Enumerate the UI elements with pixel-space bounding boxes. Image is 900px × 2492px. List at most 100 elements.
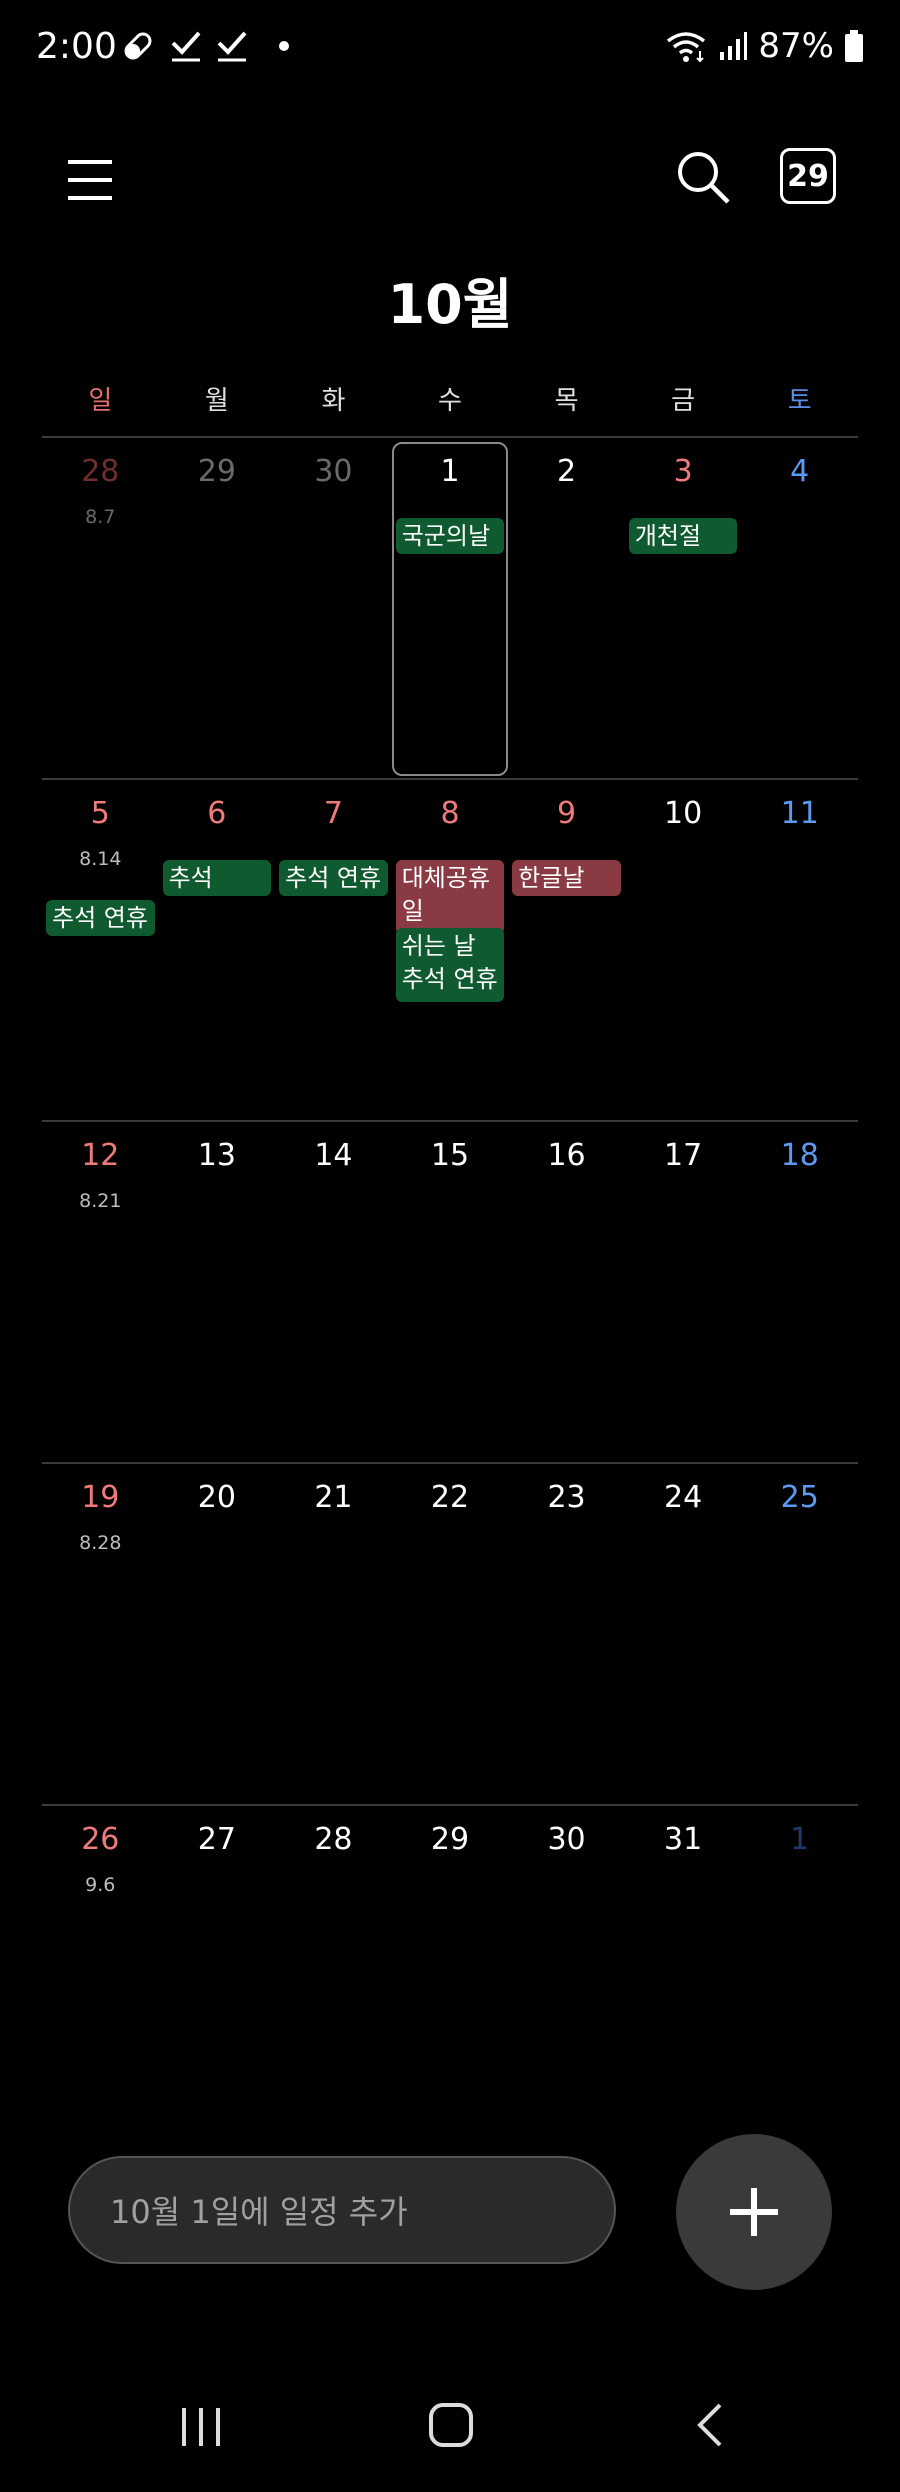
weekday-label: 화 xyxy=(321,386,346,416)
week-row: 12 8.21 13 14 15 16 17 18 xyxy=(42,1120,858,1462)
day-cell[interactable]: 23 xyxy=(508,1464,625,1806)
hamburger-icon xyxy=(68,160,112,200)
event-chip[interactable]: 추석 연휴 xyxy=(46,900,155,936)
day-number: 18 xyxy=(780,1138,819,1173)
day-cell[interactable]: 15 xyxy=(392,1122,509,1464)
day-cell[interactable]: 27 xyxy=(159,1806,276,2148)
event-chip[interactable]: 추석 연휴 xyxy=(279,860,388,896)
day-cell[interactable]: 26 9.6 xyxy=(42,1806,159,2148)
day-number: 9 xyxy=(557,796,577,831)
system-nav-bar xyxy=(0,2376,900,2476)
event-chip[interactable]: 쉬는 날 추석 연휴 xyxy=(395,928,505,1002)
day-cell[interactable]: 28 8.7 xyxy=(42,438,159,780)
day-cell[interactable]: 4 xyxy=(741,438,858,780)
day-number: 15 xyxy=(430,1138,470,1173)
day-number: 14 xyxy=(314,1138,353,1173)
day-cell[interactable]: 14 xyxy=(275,1122,392,1464)
plus-icon xyxy=(730,2188,778,2236)
day-cell[interactable]: 21 xyxy=(275,1464,392,1806)
day-number: 24 xyxy=(664,1480,703,1515)
day-cell[interactable]: 7 xyxy=(275,780,392,1122)
recents-button[interactable] xyxy=(178,2404,224,2450)
day-cell[interactable]: 28 xyxy=(275,1806,392,2148)
day-cell[interactable]: 3 xyxy=(625,438,742,780)
selected-day-highlight xyxy=(391,442,509,776)
menu-button[interactable] xyxy=(62,152,118,208)
day-cell[interactable]: 30 xyxy=(275,438,392,780)
day-number: 16 xyxy=(547,1138,586,1173)
day-cell[interactable]: 1 xyxy=(741,1806,858,2148)
day-number: 7 xyxy=(323,796,343,831)
signal-icon xyxy=(720,32,748,60)
weekday-label: 일 xyxy=(88,386,113,416)
status-time: 2:00 xyxy=(36,26,117,67)
quick-add-event-field[interactable]: 10월 1일에 일정 추가 xyxy=(68,2156,616,2264)
day-cell[interactable]: 2 xyxy=(508,438,625,780)
lunar-date: 8.21 xyxy=(79,1190,122,1212)
lunar-date: 8.28 xyxy=(79,1532,122,1554)
home-icon xyxy=(429,2403,473,2447)
day-number: 23 xyxy=(547,1480,586,1515)
day-cell[interactable]: 31 xyxy=(625,1806,742,2148)
back-button[interactable] xyxy=(688,2402,734,2448)
day-cell[interactable]: 29 xyxy=(159,438,276,780)
day-cell[interactable]: 11 xyxy=(741,780,858,1122)
calendar-screen: 2:00 87% 29 10월 일 월 화 수 목 금 토 28 8.7 29 … xyxy=(0,0,900,2492)
day-cell[interactable]: 6 xyxy=(159,780,276,1122)
day-cell[interactable]: 16 xyxy=(508,1122,625,1464)
day-number: 5 xyxy=(90,796,110,831)
day-number: 4 xyxy=(790,454,810,489)
day-cell[interactable]: 24 xyxy=(625,1464,742,1806)
day-cell[interactable]: 29 xyxy=(392,1806,509,2148)
week-row: 26 9.6 27 28 29 30 31 1 xyxy=(42,1804,858,2146)
quick-add-placeholder: 10월 1일에 일정 추가 xyxy=(110,2193,408,2231)
day-number: 27 xyxy=(197,1822,236,1857)
recents-icon xyxy=(182,2408,220,2446)
lunar-date: 9.6 xyxy=(85,1874,116,1896)
day-number: 1 xyxy=(790,1822,810,1857)
day-cell[interactable]: 17 xyxy=(625,1122,742,1464)
day-number: 6 xyxy=(207,796,227,831)
day-number: 31 xyxy=(664,1822,703,1857)
day-cell[interactable]: 20 xyxy=(159,1464,276,1806)
lunar-date: 8.14 xyxy=(79,848,122,870)
event-chip[interactable]: 개천절 xyxy=(628,518,738,554)
app-bar: 29 xyxy=(0,130,900,230)
day-cell[interactable]: 5 8.14 xyxy=(42,780,159,1122)
day-cell[interactable]: 19 8.28 xyxy=(42,1464,159,1806)
weekday-header: 일월화수목금토 xyxy=(42,380,858,436)
day-number: 13 xyxy=(197,1138,236,1173)
back-icon xyxy=(697,2403,722,2447)
pill-icon xyxy=(124,32,152,60)
search-button[interactable] xyxy=(674,148,734,208)
day-cell[interactable]: 25 xyxy=(741,1464,858,1806)
event-chip[interactable]: 국군의날 xyxy=(395,518,505,554)
day-cell[interactable]: 12 8.21 xyxy=(42,1122,159,1464)
day-number: 3 xyxy=(673,454,693,489)
day-cell[interactable]: 22 xyxy=(392,1464,509,1806)
week-row: 5 8.14 6 7 8 9 10 11 추석 추석 연휴 대체공휴일 한글날 추석 연휴 쉬는 날 추석… xyxy=(42,778,858,1120)
day-number: 30 xyxy=(547,1822,586,1857)
battery-icon xyxy=(845,30,863,62)
day-cell[interactable]: 1 xyxy=(391,438,509,780)
weekday-label: 월 xyxy=(204,386,229,416)
home-button[interactable] xyxy=(428,2402,474,2448)
day-number: 25 xyxy=(780,1480,819,1515)
add-event-button[interactable] xyxy=(676,2134,832,2290)
battery-percent: 87% xyxy=(758,26,834,66)
week-row: 19 8.28 20 21 22 23 24 25 xyxy=(42,1462,858,1804)
day-cell[interactable]: 13 xyxy=(159,1122,276,1464)
day-number: 10 xyxy=(664,796,703,831)
day-number: 22 xyxy=(430,1480,470,1515)
search-icon xyxy=(678,152,730,204)
day-cell[interactable]: 18 xyxy=(741,1122,858,1464)
day-cell[interactable]: 10 xyxy=(625,780,742,1122)
event-chip[interactable]: 한글날 xyxy=(512,860,621,896)
event-chip[interactable]: 추석 xyxy=(162,860,272,896)
day-number: 28 xyxy=(314,1822,353,1857)
today-button[interactable]: 29 xyxy=(780,148,836,204)
day-cell[interactable]: 9 xyxy=(508,780,625,1122)
day-cell[interactable]: 30 xyxy=(508,1806,625,2148)
event-chip[interactable]: 대체공휴일 xyxy=(395,860,505,934)
day-number: 29 xyxy=(430,1822,470,1857)
